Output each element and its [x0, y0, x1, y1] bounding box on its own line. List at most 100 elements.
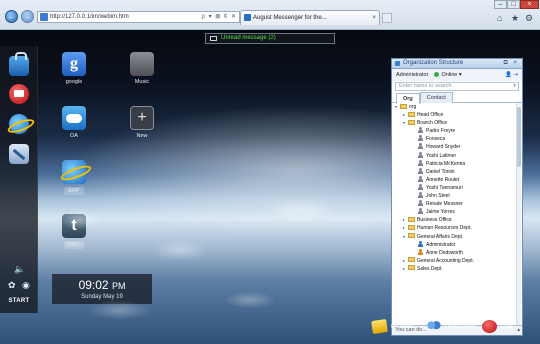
- user-icon: [418, 127, 423, 134]
- user-icon: [418, 200, 423, 207]
- chevron-up-icon[interactable]: ▴: [517, 326, 520, 335]
- desktop-icon-music[interactable]: Music: [122, 52, 162, 85]
- ie-icon[interactable]: [9, 114, 29, 134]
- online-users-button[interactable]: Online users: [426, 318, 476, 336]
- browser-tab[interactable]: August Messenger for the... ×: [240, 10, 380, 25]
- org-tabs: Org Contact: [392, 92, 522, 104]
- desktop-icon-google[interactable]: g google: [54, 52, 94, 85]
- clock-date: Sunday May 19: [81, 294, 123, 300]
- org-tree-node[interactable]: Daniel Tonini: [392, 167, 516, 176]
- org-tree-node[interactable]: Yoshi Latimer: [392, 151, 516, 160]
- scrollbar-thumb[interactable]: [517, 107, 521, 167]
- org-tree-node[interactable]: Padro Freyre: [392, 127, 516, 135]
- org-tree-node[interactable]: Howard Snyder: [392, 143, 516, 151]
- clock-widget: 09:02 PM Sunday May 19: [52, 274, 152, 304]
- org-tree-label: Patricia McKenna: [426, 160, 466, 167]
- tab-close-icon[interactable]: ×: [372, 11, 376, 25]
- org-tree-node[interactable]: ▸ Sales Dept.: [392, 265, 516, 273]
- user-icon: [418, 183, 423, 190]
- org-tree-node[interactable]: ▸ Business Office: [392, 216, 516, 224]
- org-status-tools[interactable]: 👤 ⇥: [505, 69, 518, 81]
- org-tree-node[interactable]: ▾ Branch Office: [392, 119, 516, 127]
- org-tree-node[interactable]: John Steel: [392, 192, 516, 200]
- desktop-icon-label: New: [136, 133, 148, 139]
- desktop-icon-new[interactable]: + New: [122, 106, 162, 139]
- org-tree-node[interactable]: Fonseca: [392, 135, 516, 143]
- window-minimize-button[interactable]: –: [494, 0, 507, 9]
- notes-icon: [371, 319, 388, 334]
- chat-button[interactable]: Chat: [482, 318, 513, 336]
- window-close-button[interactable]: ×: [520, 0, 539, 9]
- bag-icon[interactable]: [9, 52, 29, 76]
- my-notes-button[interactable]: My notes: [371, 318, 413, 336]
- globe-icon[interactable]: ◉: [22, 280, 30, 291]
- back-button[interactable]: ←: [5, 10, 18, 23]
- org-panel-window-buttons[interactable]: ⧉ ×: [504, 59, 519, 68]
- user-icon: [418, 208, 423, 215]
- org-tree-label: org: [409, 104, 417, 110]
- org-tree-node[interactable]: Renate Messner: [392, 200, 516, 208]
- org-tree-label: Administrator: [426, 241, 456, 248]
- org-tree-label: Head Office: [417, 112, 444, 119]
- forward-button[interactable]: →: [21, 10, 34, 23]
- gear-icon[interactable]: ✿: [8, 280, 16, 291]
- google-icon: g: [62, 52, 86, 76]
- user-icon: [418, 151, 423, 158]
- desktop-icon-label: ERP: [64, 187, 84, 195]
- users-icon: [426, 320, 441, 333]
- window-maximize-button[interactable]: □: [507, 0, 520, 9]
- org-tree-label: Sales Dept.: [417, 265, 443, 272]
- tray-label: Chat: [501, 324, 513, 330]
- desktop-icon-label: google: [65, 79, 83, 85]
- org-tree-node[interactable]: Yoshi Tannamuri: [392, 183, 516, 192]
- messenger-icon[interactable]: [9, 84, 29, 104]
- org-panel-title: Organization Structure: [403, 60, 464, 66]
- org-tree-label: Yoshi Tannamuri: [426, 184, 463, 191]
- unread-message-banner[interactable]: Unread message (2): [205, 33, 335, 44]
- new-tab-button[interactable]: [382, 13, 392, 23]
- address-bar[interactable]: http://127.0.0.1/im/webim.htm ρ ▾ ⊠ ¢ ✕: [37, 11, 240, 23]
- desktop-icon-erp[interactable]: ERP: [54, 160, 94, 195]
- favorites-icon[interactable]: ★: [511, 13, 519, 24]
- start-button[interactable]: START: [3, 298, 35, 304]
- org-tree-node[interactable]: ▸ General Accounting Dept.: [392, 257, 516, 265]
- org-tree-node[interactable]: ▸ Human Resources Dept.: [392, 224, 516, 232]
- status-dropdown[interactable]: Online ▾: [441, 72, 461, 78]
- search-placeholder: Enter name to search: [399, 83, 452, 89]
- settings-gear-icon[interactable]: ⚙: [525, 13, 533, 24]
- org-tree-label: Padro Freyre: [426, 128, 456, 135]
- add-icon: +: [130, 106, 154, 130]
- message-icon: [210, 36, 217, 41]
- org-tree-node[interactable]: ▾ General Affairs Dept.: [392, 233, 516, 241]
- org-tree-label: Yoshi Latimer: [426, 152, 457, 159]
- org-tree-label: General Accounting Dept.: [417, 257, 474, 264]
- org-tree-scrollbar[interactable]: [516, 103, 521, 325]
- clock-time: 09:02 PM: [78, 278, 126, 292]
- organization-panel: Organization Structure ⧉ × Administrator…: [391, 58, 523, 336]
- org-tree-node[interactable]: Anne Dodsworth: [392, 248, 516, 257]
- tab-contact[interactable]: Contact: [419, 92, 453, 103]
- tray-label: Online users: [445, 324, 476, 330]
- org-tree-label: Human Resources Dept.: [417, 225, 472, 232]
- org-tree-node[interactable]: Jaime Yorres: [392, 208, 516, 216]
- address-tools[interactable]: ρ ▾ ⊠ ¢ ✕: [202, 12, 237, 22]
- chevron-down-icon[interactable]: ▾: [513, 83, 516, 90]
- user-icon: [418, 248, 423, 255]
- ie-icon: [62, 160, 86, 184]
- cloud-icon: [62, 106, 86, 130]
- org-tree-node[interactable]: Administrator: [392, 240, 516, 249]
- org-search-input[interactable]: Enter name to search ▾: [395, 82, 519, 91]
- volume-icon[interactable]: 🔈: [14, 264, 25, 275]
- org-tree-node[interactable]: Annette Roulet: [392, 175, 516, 184]
- desktop-icon-oa[interactable]: OA: [54, 106, 94, 139]
- home-icon[interactable]: ⌂: [497, 13, 502, 23]
- org-tree-node[interactable]: ▸ Head Office: [392, 111, 516, 119]
- desktop-icon-rdc[interactable]: t RDC: [54, 214, 94, 249]
- org-tree-node[interactable]: Patricia McKenna: [392, 159, 516, 168]
- org-tree-node[interactable]: ▾ org: [392, 103, 516, 111]
- org-tree-label: John Steel: [426, 193, 450, 200]
- apple-music-icon: [130, 52, 154, 76]
- tools-icon[interactable]: [9, 144, 29, 164]
- org-user-status: Administrator Online ▾ 👤 ⇥: [392, 69, 522, 81]
- folder-icon: [408, 224, 415, 230]
